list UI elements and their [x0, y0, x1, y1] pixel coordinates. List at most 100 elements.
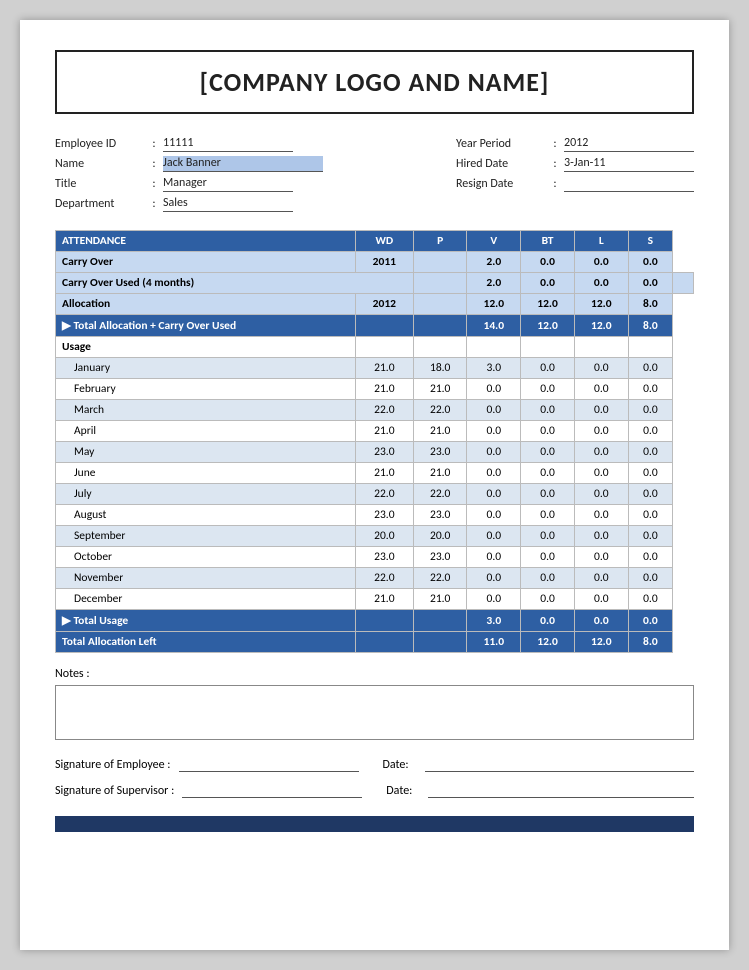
table-cell: September	[56, 526, 356, 547]
info-right: Year Period : 2012 Hired Date : 3-Jan-11…	[456, 136, 694, 212]
hired-date-value: 3-Jan-11	[564, 156, 694, 172]
table-cell: 3.0	[467, 358, 521, 379]
table-cell: 0.0	[521, 610, 575, 632]
year-period-row: Year Period : 2012	[456, 136, 694, 152]
table-cell: 0.0	[521, 484, 575, 505]
table-row: May23.023.00.00.00.00.0	[56, 442, 694, 463]
table-cell: 0.0	[574, 484, 628, 505]
col-attendance: ATTENDANCE	[56, 231, 356, 252]
table-cell: 0.0	[628, 463, 672, 484]
table-cell: 0.0	[628, 442, 672, 463]
table-header-row: ATTENDANCE WD P V BT L S	[56, 231, 694, 252]
col-bt: BT	[521, 231, 575, 252]
table-cell: 0.0	[574, 547, 628, 568]
table-cell	[355, 632, 413, 653]
table-cell: ▶ Total Allocation + Carry Over Used	[56, 315, 356, 337]
col-s: S	[628, 231, 672, 252]
table-cell: 18.0	[413, 358, 466, 379]
table-row: March22.022.00.00.00.00.0	[56, 400, 694, 421]
table-cell: 14.0	[467, 315, 521, 337]
notes-section: Notes :	[55, 667, 694, 740]
table-row: April21.021.00.00.00.00.0	[56, 421, 694, 442]
name-label: Name	[55, 157, 145, 171]
table-cell: 0.0	[574, 526, 628, 547]
year-period-label: Year Period	[456, 137, 546, 151]
table-cell: 12.0	[521, 315, 575, 337]
table-cell: 0.0	[574, 505, 628, 526]
table-cell: 22.0	[413, 484, 466, 505]
resign-date-label: Resign Date	[456, 177, 546, 191]
table-cell	[467, 337, 521, 358]
table-cell: 2.0	[467, 252, 521, 273]
table-cell: October	[56, 547, 356, 568]
table-cell: 0.0	[574, 421, 628, 442]
table-cell: 0.0	[574, 568, 628, 589]
table-cell: 0.0	[467, 379, 521, 400]
table-row: January21.018.03.00.00.00.0	[56, 358, 694, 379]
hired-date-row: Hired Date : 3-Jan-11	[456, 156, 694, 172]
title-label: Title	[55, 177, 145, 191]
table-cell: 0.0	[574, 400, 628, 421]
table-cell: 23.0	[355, 547, 413, 568]
table-cell	[413, 252, 466, 273]
notes-box[interactable]	[55, 685, 694, 740]
table-cell: 12.0	[574, 294, 628, 315]
table-cell: 0.0	[628, 252, 672, 273]
table-cell: 8.0	[628, 315, 672, 337]
table-cell: 0.0	[467, 400, 521, 421]
table-cell: 21.0	[355, 379, 413, 400]
table-cell: 12.0	[521, 632, 575, 653]
table-cell: 0.0	[467, 589, 521, 610]
table-cell: 0.0	[521, 400, 575, 421]
table-cell: 0.0	[521, 358, 575, 379]
table-cell: 0.0	[467, 547, 521, 568]
table-cell: 23.0	[355, 505, 413, 526]
table-cell: 23.0	[413, 547, 466, 568]
employee-id-value: 11111	[163, 136, 293, 152]
table-row: Total Allocation Left11.012.012.08.0	[56, 632, 694, 653]
table-cell: 0.0	[628, 273, 672, 294]
table-cell: 0.0	[521, 526, 575, 547]
table-cell: 21.0	[413, 421, 466, 442]
table-cell: 0.0	[574, 252, 628, 273]
table-cell: 8.0	[628, 632, 672, 653]
table-cell: Carry Over Used (4 months)	[56, 273, 414, 294]
table-cell: February	[56, 379, 356, 400]
table-cell: 0.0	[467, 505, 521, 526]
table-row: June21.021.00.00.00.00.0	[56, 463, 694, 484]
table-cell: Total Allocation Left	[56, 632, 356, 653]
name-row: Name : Jack Banner	[55, 156, 323, 172]
table-cell: 11.0	[467, 632, 521, 653]
table-row: Usage	[56, 337, 694, 358]
table-cell: 21.0	[355, 463, 413, 484]
table-cell: 0.0	[628, 526, 672, 547]
company-logo-text: [COMPANY LOGO AND NAME]	[200, 66, 550, 98]
table-cell: 21.0	[355, 589, 413, 610]
table-cell: June	[56, 463, 356, 484]
table-cell: 0.0	[628, 568, 672, 589]
table-cell	[413, 337, 466, 358]
table-cell: 12.0	[521, 294, 575, 315]
attendance-table: ATTENDANCE WD P V BT L S Carry Over20112…	[55, 230, 694, 653]
table-cell: 0.0	[521, 252, 575, 273]
table-cell: 0.0	[574, 273, 628, 294]
table-cell: 2012	[355, 294, 413, 315]
table-cell: 0.0	[467, 568, 521, 589]
table-cell: March	[56, 400, 356, 421]
table-row: December21.021.00.00.00.00.0	[56, 589, 694, 610]
employee-date-line	[425, 758, 694, 772]
employee-sig-label: Signature of Employee :	[55, 758, 171, 772]
table-cell: 2.0	[467, 273, 521, 294]
table-cell: 21.0	[413, 589, 466, 610]
col-v: V	[467, 231, 521, 252]
company-header: [COMPANY LOGO AND NAME]	[55, 50, 694, 114]
employee-id-label: Employee ID	[55, 137, 145, 151]
department-value: Sales	[163, 196, 293, 212]
table-cell: 0.0	[574, 589, 628, 610]
table-cell: April	[56, 421, 356, 442]
table-row: Carry Over Used (4 months)2.00.00.00.0	[56, 273, 694, 294]
table-cell: Usage	[56, 337, 356, 358]
hired-date-label: Hired Date	[456, 157, 546, 171]
table-cell: July	[56, 484, 356, 505]
table-cell: 0.0	[467, 463, 521, 484]
